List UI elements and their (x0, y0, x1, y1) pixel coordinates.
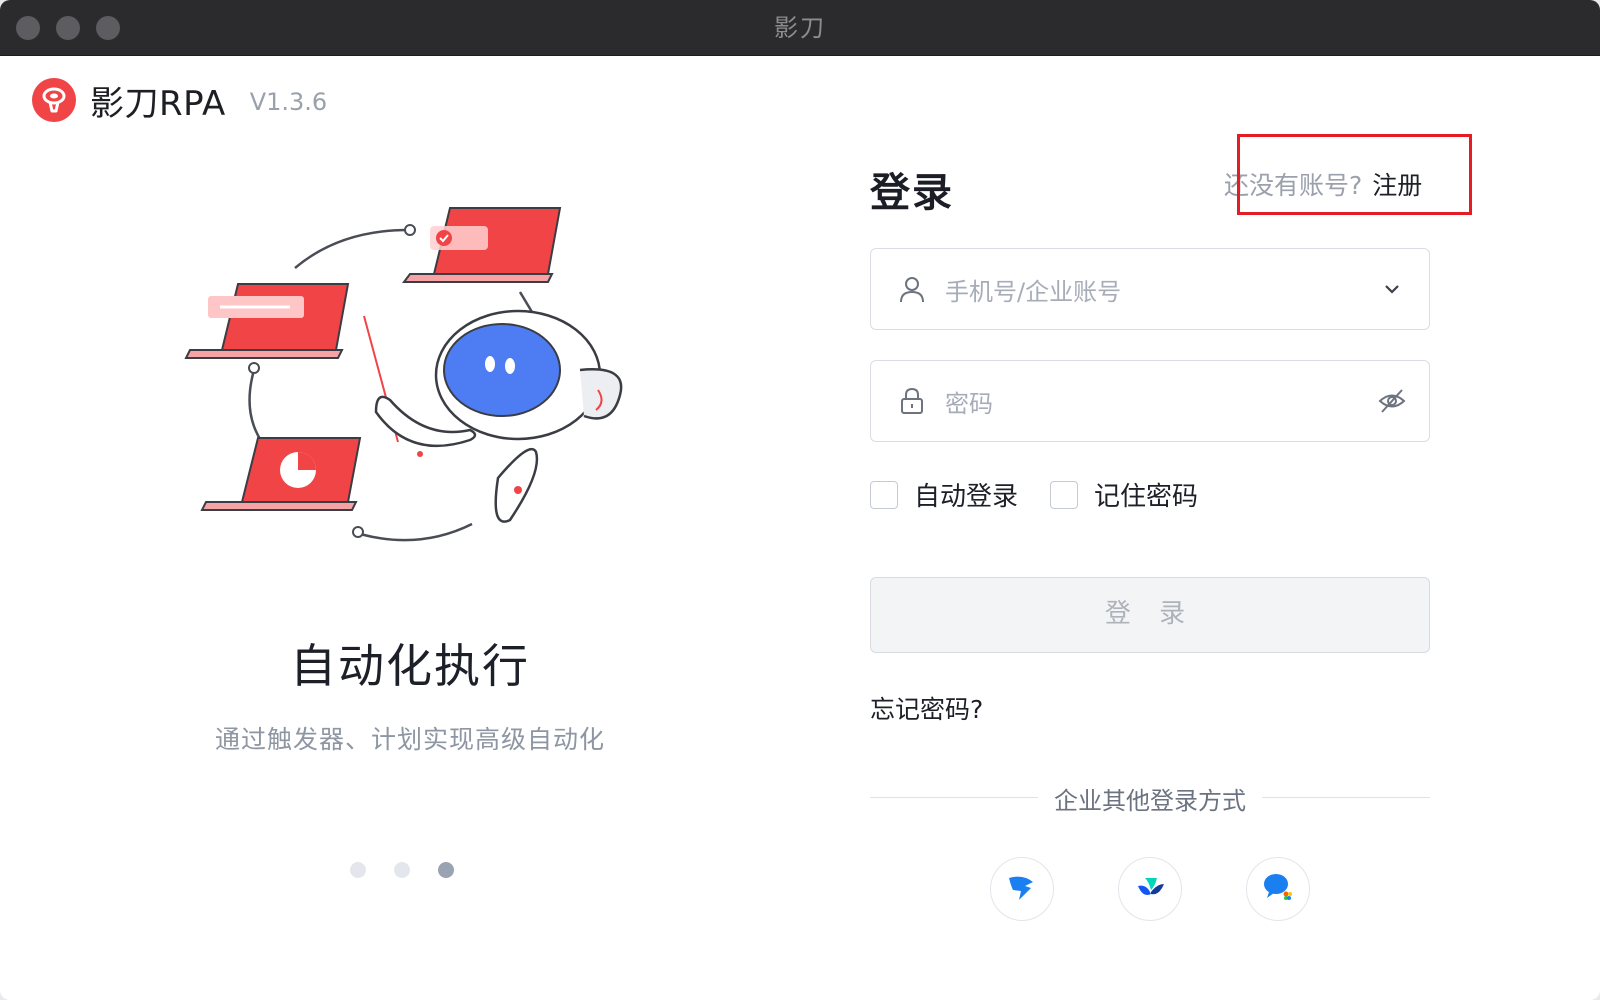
title-bar: 影刀 (0, 0, 1600, 56)
wecom-login-button[interactable] (1246, 857, 1310, 921)
feishu-login-button[interactable] (1118, 857, 1182, 921)
remember-password-label: 记住密码 (1094, 482, 1199, 512)
carousel-dot-3[interactable] (438, 862, 454, 878)
chevron-down-icon[interactable] (1375, 272, 1409, 306)
other-login-label: 企业其他登录方式 (1054, 787, 1246, 815)
register-link[interactable]: 注册 (1372, 166, 1422, 202)
automation-illustration (180, 190, 640, 550)
register-prompt: 还没有账号? 注册 (1224, 166, 1422, 202)
dingtalk-login-button[interactable] (990, 857, 1054, 921)
carousel-title: 自动化执行 (290, 639, 530, 693)
login-options: 自动登录 记住密码 (870, 476, 1198, 513)
app-name: 影刀RPA (90, 83, 226, 124)
login-button[interactable]: 登 录 (870, 577, 1430, 653)
login-title: 登录 (870, 170, 954, 216)
eye-off-icon[interactable] (1375, 384, 1409, 418)
app-version: V1.3.6 (249, 88, 328, 116)
wecom-icon (1261, 870, 1295, 908)
lock-icon (895, 384, 929, 418)
divider-right (1262, 797, 1430, 798)
no-account-text: 还没有账号? (1224, 171, 1363, 200)
brand-header: 影刀RPA V1.3.6 (32, 78, 328, 124)
username-placeholder: 手机号/企业账号 (945, 277, 1122, 306)
dingtalk-icon (1005, 870, 1039, 908)
auto-login-label: 自动登录 (914, 482, 1019, 512)
window-title: 影刀 (774, 14, 826, 42)
username-field[interactable]: 手机号/企业账号 (870, 248, 1430, 330)
app-window: 影刀 影刀RPA V1.3.6 自动化执行 通过触发器、计划实现高级自动化 登录… (0, 0, 1600, 1000)
app-logo-icon (32, 78, 76, 122)
carousel-dot-2[interactable] (394, 862, 410, 878)
password-field[interactable]: 密码 (870, 360, 1430, 442)
forgot-password-link[interactable]: 忘记密码? (870, 690, 983, 726)
feishu-icon (1133, 870, 1167, 908)
auto-login-checkbox[interactable]: 自动登录 (870, 476, 1018, 513)
user-icon (895, 272, 929, 306)
carousel-dot-1[interactable] (350, 862, 366, 878)
carousel-pagination (350, 862, 454, 878)
remember-password-box[interactable] (1050, 480, 1079, 509)
password-placeholder: 密码 (945, 389, 993, 418)
remember-password-checkbox[interactable]: 记住密码 (1050, 476, 1198, 513)
carousel-subtitle: 通过触发器、计划实现高级自动化 (214, 725, 605, 754)
divider-left (870, 797, 1038, 798)
auto-login-box[interactable] (870, 480, 898, 509)
